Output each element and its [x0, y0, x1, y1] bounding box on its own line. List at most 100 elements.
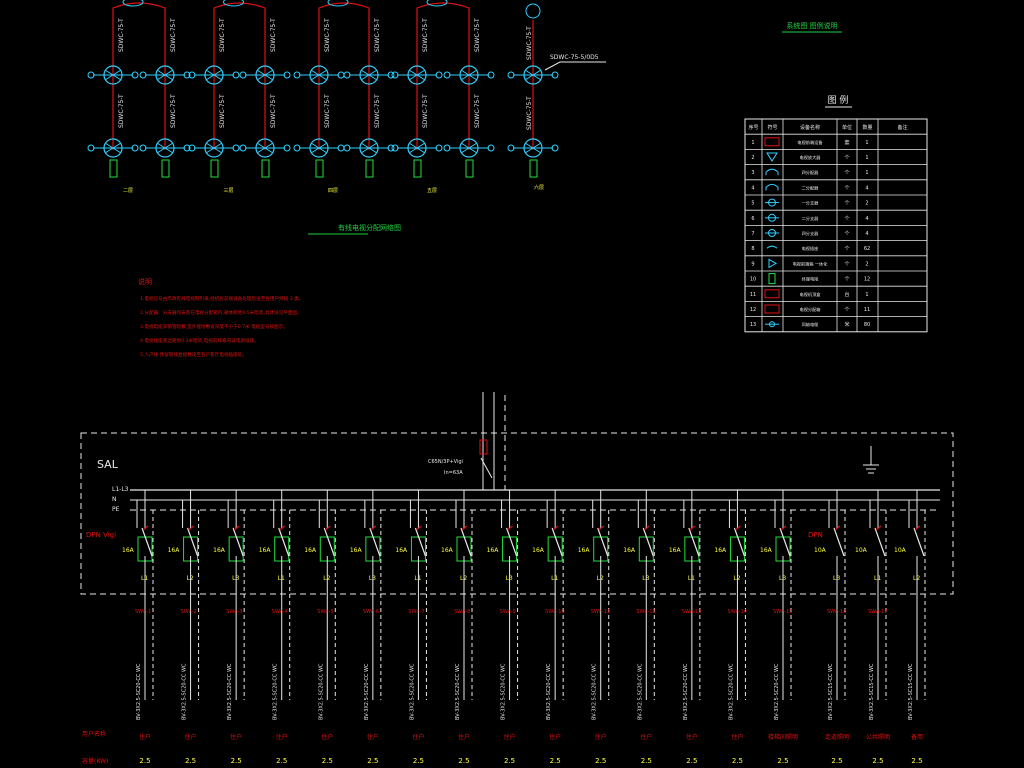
pipe-label: SDWC-75-T [170, 94, 177, 128]
floor-label: 二层 [123, 188, 133, 194]
circuit-id: SWn-3 [226, 609, 242, 615]
pipe-label: SDWC-75-T [422, 94, 429, 128]
legend-unit: 个 [844, 231, 849, 237]
legend-unit: 台 [844, 291, 849, 298]
circuit-cable-spec: BV-3X2.5-SC20-CC WC [409, 663, 415, 720]
pipe-label: SDWC-75-T [219, 18, 226, 52]
circuit-power: 2.5 [911, 757, 922, 765]
circuit-cable-spec: BV-3X2.5-SC20-CC WC [364, 663, 370, 720]
circuit-user-name: 走道照明 [825, 733, 849, 741]
circuit-user-name: 公共照明 [866, 733, 890, 741]
breaker-rating: 16A [304, 547, 317, 554]
legend-quantity: 62 [864, 246, 870, 252]
circuit-power: 2.5 [686, 757, 697, 765]
legend-device-name: 电视前端箱 一体化 [793, 260, 829, 267]
row-label-user: 用户名称 [82, 730, 106, 738]
legend-row-number: 9 [751, 261, 754, 267]
legend-unit: 个 [844, 185, 849, 191]
legend-header: 符号 [767, 124, 777, 131]
legend-unit: 个 [844, 201, 849, 207]
breaker-rating: 16A [213, 547, 226, 554]
legend-quantity: 2 [865, 201, 868, 207]
legend-quantity: 4 [865, 185, 868, 191]
legend-row-number: 13 [750, 322, 756, 328]
legend-unit: 个 [844, 277, 849, 283]
circuit-power: 2.5 [504, 757, 515, 765]
circuit-cable-spec: BV-3X2.5-SC15-CC WC [869, 663, 875, 720]
circuit-power: 2.5 [139, 757, 150, 765]
pipe-label: SDWC-75-T [118, 94, 125, 128]
legend-row-number: 3 [751, 170, 754, 176]
pipe-label: SDWC-75-T [374, 18, 381, 52]
circuit-id: SWn-14 [727, 609, 746, 615]
legend-quantity: 12 [864, 277, 870, 283]
circuit-cable-spec: BV-3X2.5-SC20-CC WC [728, 663, 734, 720]
circuit-id: SWn-2 [181, 609, 197, 615]
circuit-user-name: 住户 [321, 733, 333, 741]
legend-quantity: 2 [865, 261, 868, 267]
circuit-power: 2.5 [322, 757, 333, 765]
circuit-user-name: 住户 [367, 733, 379, 741]
circuit-id: SWn-10 [545, 609, 564, 615]
legend-header: 序号 [748, 124, 758, 131]
busbar-label: N [112, 496, 117, 503]
breaker-rating: 16A [441, 547, 454, 554]
circuit-id: SWn-7 [408, 609, 424, 615]
legend-quantity: 4 [865, 231, 868, 237]
breaker-rating: 16A [669, 547, 682, 554]
legend-row-number: 8 [751, 246, 754, 252]
circuit-id: SWn-15 [773, 609, 792, 615]
busbar-label: L1-L3 [112, 486, 129, 493]
circuit-user-name: 住户 [731, 733, 743, 741]
legend-row-number: 7 [751, 231, 754, 237]
panel-name: SAL [97, 458, 119, 471]
legend-header: 设备名称 [800, 124, 820, 131]
circuit-cable-spec: BV-3X2.5-SC20-CC WC [227, 663, 233, 720]
breaker-rating: 16A [760, 547, 773, 554]
pipe-label: SDWC-75-T [118, 18, 125, 52]
pipe-label: SDWC-75-T [270, 94, 277, 128]
circuit-power: 2.5 [413, 757, 424, 765]
pipe-label: SDWC-75-T [170, 18, 177, 52]
circuit-power: 2.5 [641, 757, 652, 765]
breaker-rating: 16A [623, 547, 636, 554]
breaker-rating: 16A [168, 547, 181, 554]
legend-quantity: 1 [865, 140, 868, 146]
legend-quantity: 11 [864, 307, 870, 313]
legend-device-name: 四分支器 [802, 230, 820, 237]
breaker-rating: 16A [350, 547, 363, 554]
circuit-cable-spec: BV-3X2.5-SC20-CC WC [501, 663, 507, 720]
circuit-cable-spec: BV-3X2.5-SC20-CC WC [546, 663, 552, 720]
pipe-label: SDWC-75-T [474, 18, 481, 52]
legend-device-name: 电视放大器 [800, 154, 822, 161]
pipe-label: SDWC-75-T [219, 94, 226, 128]
legend-unit: 套 [844, 139, 849, 146]
circuit-user-name: 住户 [276, 733, 288, 741]
circuit-power: 2.5 [732, 757, 743, 765]
breaker-rating: 16A [487, 547, 500, 554]
legend-header: 单位 [842, 124, 852, 131]
circuit-cable-spec: BV-3X2.5-SC20-CC WC [273, 663, 279, 720]
pipe-label: SDWC-75-T [324, 94, 331, 128]
circuit-power: 2.5 [367, 757, 378, 765]
legend-device-name: 二分支器 [802, 215, 820, 222]
circuit-power: 2.5 [595, 757, 606, 765]
circuit-id: SWn-8 [454, 609, 470, 615]
legend-header: 备注 [897, 124, 907, 131]
floor-label: 六层 [534, 184, 544, 191]
note-line: 4.电视插座底边距地0.3米暗装,电视前端箱内设电源插座。 [140, 337, 259, 344]
circuit-user-name: 住户 [412, 733, 424, 741]
circuit-cable-spec: BV-3X2.5-SC20-CC WC [182, 663, 188, 720]
circuit-id: SWn-4 [272, 609, 288, 615]
circuit-power: 2.5 [872, 757, 883, 765]
circuit-power: 2.5 [777, 757, 788, 765]
legend-device-name: 四分配器 [802, 169, 820, 176]
circuit-power: 2.5 [550, 757, 561, 765]
legend-device-name: 终端电阻 [802, 276, 820, 283]
circuit-user-name: 住户 [185, 733, 197, 741]
drawing-background [0, 0, 1024, 768]
floor-label: 三层 [224, 188, 234, 194]
breaker-rating: 16A [395, 547, 408, 554]
circuit-user-name: 楼梯间照明 [768, 733, 798, 741]
corner-title: 系统图 图例说明 [786, 21, 837, 30]
